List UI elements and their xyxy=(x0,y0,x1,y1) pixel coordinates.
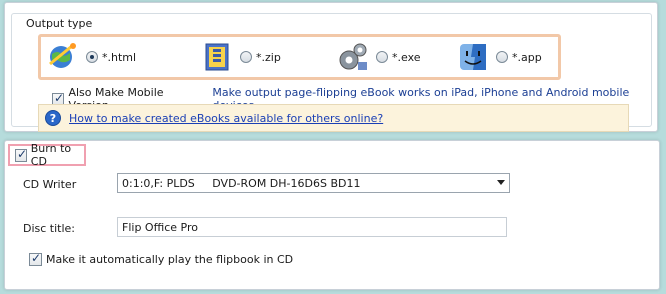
option-html-label: *.html xyxy=(102,50,137,64)
chevron-down-icon[interactable] xyxy=(497,180,505,185)
radio-zip[interactable] xyxy=(240,51,252,63)
option-html[interactable]: *.html xyxy=(46,39,136,75)
question-icon: ? xyxy=(45,110,61,126)
option-exe-label: *.exe xyxy=(392,50,421,64)
output-type-title: Output type xyxy=(24,17,95,30)
autoplay-row[interactable]: Make it automatically play the flipbook … xyxy=(29,251,294,266)
burn-to-cd-highlight[interactable]: Burn to CD xyxy=(8,142,86,168)
burn-to-cd-checkbox[interactable] xyxy=(15,147,27,162)
autoplay-checkbox[interactable] xyxy=(29,251,42,266)
cd-writer-label: CD Writer xyxy=(23,178,77,191)
radio-app[interactable] xyxy=(496,51,508,63)
burn-cd-panel: Burn to CD CD Writer 0:1:0,F: PLDS DVD-R… xyxy=(4,140,660,290)
radio-html[interactable] xyxy=(86,51,98,63)
zip-archive-icon xyxy=(205,43,229,71)
option-zip[interactable]: *.zip xyxy=(200,39,281,75)
autoplay-label: Make it automatically play the flipbook … xyxy=(46,253,294,266)
option-zip-label: *.zip xyxy=(256,50,281,64)
burn-to-cd-label: Burn to CD xyxy=(30,142,72,168)
option-app-label: *.app xyxy=(512,50,542,64)
radio-exe[interactable] xyxy=(376,51,388,63)
output-type-group: Output type *.html *.zip *.exe *.app ✓ A… xyxy=(11,13,652,132)
output-panel: Output type *.html *.zip *.exe *.app ✓ A… xyxy=(4,2,658,132)
cd-writer-value: 0:1:0,F: PLDS DVD-ROM DH-16D6S BD11 xyxy=(122,176,361,190)
globe-icon xyxy=(49,43,76,68)
option-app[interactable]: *.app xyxy=(456,39,542,75)
help-info-bar: ? How to make created eBooks available f… xyxy=(38,104,629,132)
gears-icon xyxy=(339,43,367,70)
disc-title-input[interactable]: Flip Office Pro xyxy=(117,217,507,237)
option-exe[interactable]: *.exe xyxy=(336,39,421,75)
disc-title-value: Flip Office Pro xyxy=(122,220,198,234)
help-link[interactable]: How to make created eBooks available for… xyxy=(69,112,383,125)
mac-finder-icon xyxy=(460,44,486,70)
cd-writer-select[interactable]: 0:1:0,F: PLDS DVD-ROM DH-16D6S BD11 xyxy=(117,173,510,193)
disc-title-label: Disc title: xyxy=(23,222,76,235)
